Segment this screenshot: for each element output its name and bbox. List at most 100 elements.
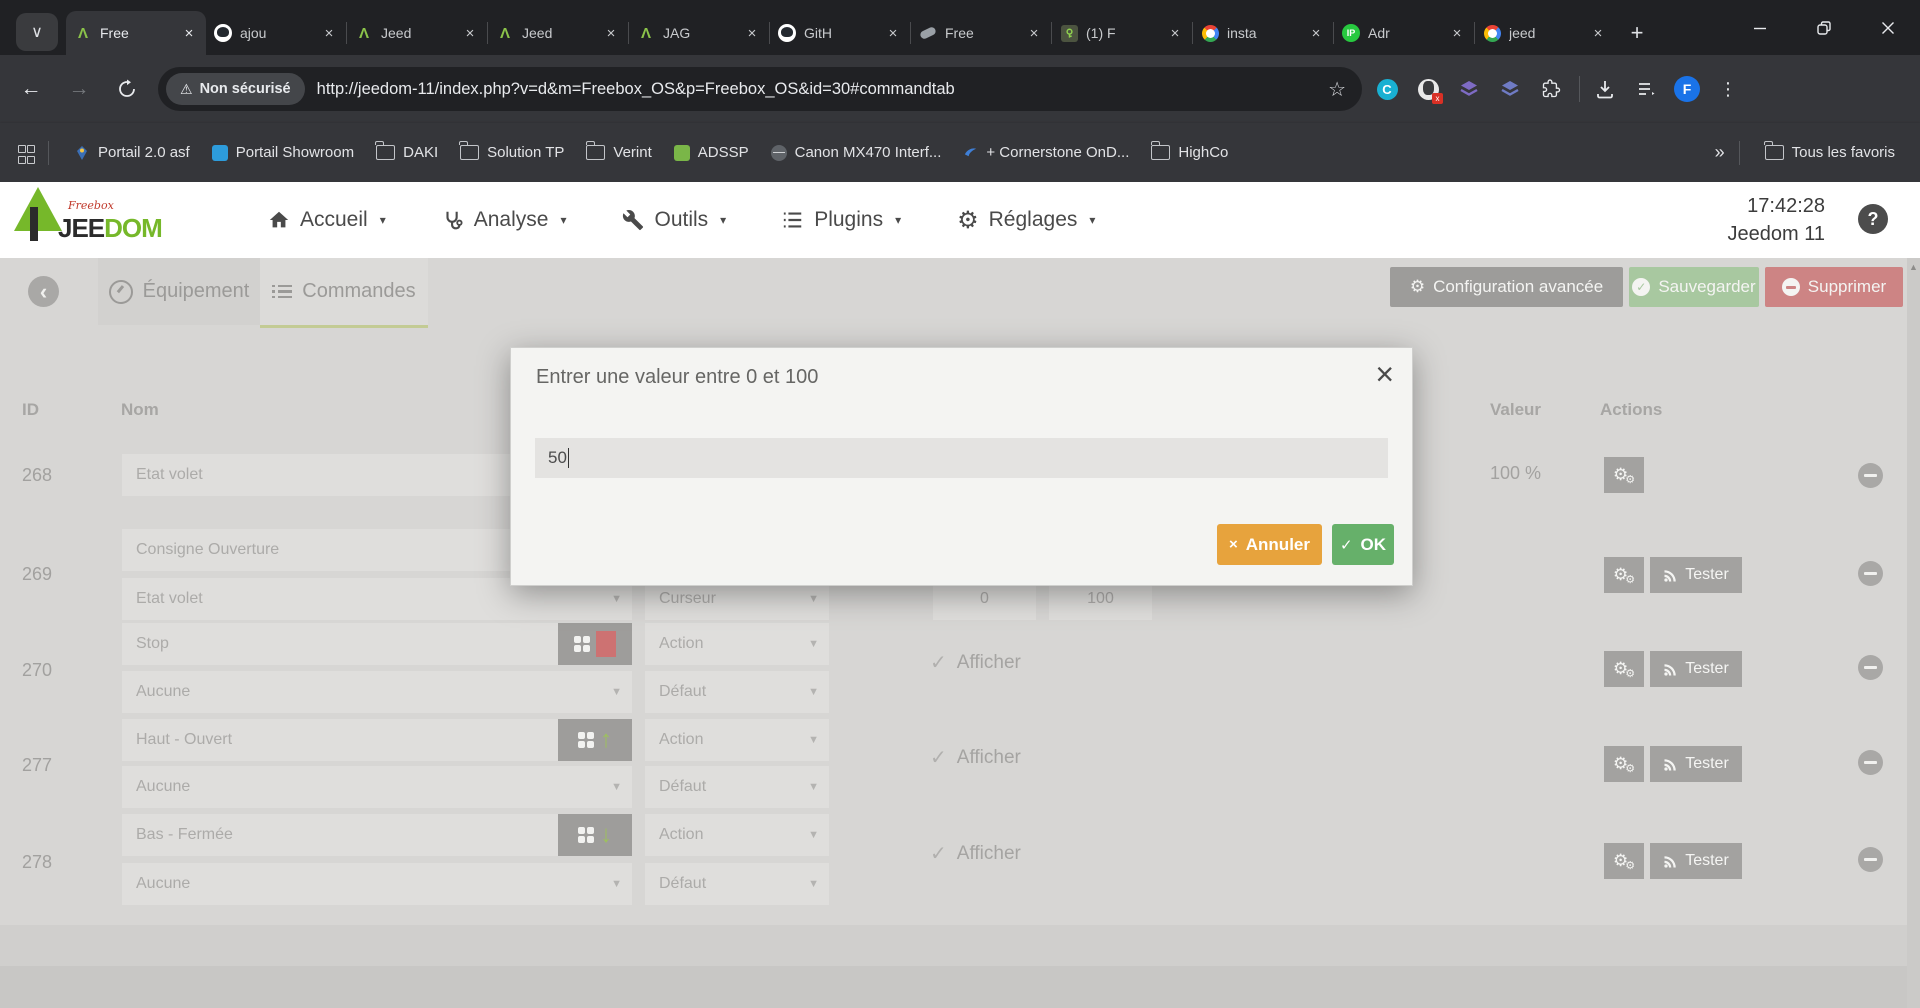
- command-settings-button[interactable]: ⚙⚙: [1604, 457, 1644, 493]
- help-button[interactable]: ?: [1858, 204, 1888, 234]
- new-tab-button[interactable]: +: [1621, 17, 1653, 49]
- remove-command-button[interactable]: [1858, 561, 1883, 586]
- extension-layers-icon[interactable]: [1494, 73, 1526, 105]
- browser-tab[interactable]: Λ Jeed ×: [347, 11, 487, 55]
- command-link-select[interactable]: Aucune▼: [122, 671, 632, 713]
- bookmark-item[interactable]: DAKI: [365, 138, 449, 167]
- window-minimize-button[interactable]: [1728, 0, 1792, 55]
- remove-command-button[interactable]: [1858, 655, 1883, 680]
- browser-tab[interactable]: (1) F ×: [1052, 11, 1192, 55]
- downloads-button[interactable]: [1589, 73, 1621, 105]
- forward-button[interactable]: →: [62, 72, 96, 106]
- reading-list-button[interactable]: [1630, 73, 1662, 105]
- tab-close-icon[interactable]: ×: [1448, 24, 1466, 42]
- command-settings-button[interactable]: ⚙⚙: [1604, 557, 1644, 593]
- security-chip[interactable]: ⚠ Non sécurisé: [166, 73, 305, 105]
- extension-c-icon[interactable]: C: [1371, 73, 1403, 105]
- tab-equipement[interactable]: Équipement: [98, 258, 260, 325]
- browser-tab[interactable]: insta ×: [1193, 11, 1333, 55]
- remove-command-button[interactable]: [1858, 847, 1883, 872]
- tab-close-icon[interactable]: ×: [1025, 24, 1043, 42]
- menu-reglages[interactable]: ⚙ Réglages ▾: [957, 206, 1095, 235]
- all-bookmarks-button[interactable]: Tous les favoris: [1754, 138, 1906, 167]
- extension-layers-icon[interactable]: [1453, 73, 1485, 105]
- bookmark-item[interactable]: + Cornerstone OnD...: [952, 138, 1140, 167]
- bookmark-item[interactable]: HighCo: [1140, 138, 1239, 167]
- command-settings-button[interactable]: ⚙⚙: [1604, 843, 1644, 879]
- browser-tab[interactable]: IP Adr ×: [1334, 11, 1474, 55]
- close-icon[interactable]: ×: [1375, 356, 1394, 393]
- command-type-select[interactable]: Action▼: [645, 814, 829, 856]
- scroll-up-icon[interactable]: ▲: [1909, 262, 1918, 272]
- configuration-avancee-button[interactable]: ⚙ Configuration avancée: [1390, 267, 1623, 307]
- remove-command-button[interactable]: [1858, 463, 1883, 488]
- tab-close-icon[interactable]: ×: [743, 24, 761, 42]
- back-to-plugin-button[interactable]: ‹: [28, 276, 59, 307]
- window-restore-button[interactable]: [1792, 0, 1856, 55]
- profile-avatar[interactable]: F: [1671, 73, 1703, 105]
- browser-menu-button[interactable]: ⋮: [1712, 73, 1744, 105]
- menu-accueil[interactable]: Accueil ▾: [268, 208, 386, 232]
- afficher-checkbox[interactable]: ✓Afficher: [930, 745, 1021, 770]
- command-icon-button[interactable]: ↓: [558, 814, 632, 856]
- command-name-input[interactable]: Stop: [122, 623, 558, 665]
- tab-close-icon[interactable]: ×: [1589, 24, 1607, 42]
- annuler-button[interactable]: × Annuler: [1217, 524, 1322, 565]
- browser-tab[interactable]: ajou ×: [206, 11, 346, 55]
- bookmark-star-icon[interactable]: ☆: [1328, 77, 1346, 102]
- browser-tab[interactable]: GitH ×: [770, 11, 910, 55]
- ok-button[interactable]: ✓ OK: [1332, 524, 1394, 565]
- bookmark-item[interactable]: Canon MX470 Interf...: [760, 138, 953, 167]
- tab-close-icon[interactable]: ×: [1307, 24, 1325, 42]
- command-link-select[interactable]: Aucune▼: [122, 863, 632, 905]
- tab-close-icon[interactable]: ×: [320, 24, 338, 42]
- sauvegarder-button[interactable]: ✓ Sauvegarder: [1629, 267, 1759, 307]
- menu-outils[interactable]: Outils ▾: [622, 208, 726, 232]
- extension-blocked-icon[interactable]: x: [1412, 73, 1444, 105]
- tab-close-icon[interactable]: ×: [461, 24, 479, 42]
- apps-grid-icon[interactable]: [18, 145, 34, 161]
- url-text[interactable]: http://jeedom-11/index.php?v=d&m=Freebox…: [317, 80, 1318, 99]
- browser-tab-active[interactable]: Λ Free ×: [66, 11, 206, 55]
- tab-commandes[interactable]: Commandes: [260, 258, 428, 328]
- browser-tab[interactable]: Λ JAG ×: [629, 11, 769, 55]
- command-name-input[interactable]: Haut - Ouvert: [122, 719, 558, 761]
- command-icon-button[interactable]: ↑: [558, 719, 632, 761]
- tester-button[interactable]: Tester: [1650, 651, 1742, 687]
- bookmarks-overflow-button[interactable]: »: [1701, 142, 1739, 163]
- command-settings-button[interactable]: ⚙⚙: [1604, 651, 1644, 687]
- tester-button[interactable]: Tester: [1650, 557, 1742, 593]
- bookmark-item[interactable]: ADSSP: [663, 138, 760, 167]
- remove-command-button[interactable]: [1858, 750, 1883, 775]
- command-settings-button[interactable]: ⚙⚙: [1604, 746, 1644, 782]
- tab-search-button[interactable]: ∨: [16, 13, 58, 51]
- supprimer-button[interactable]: Supprimer: [1765, 267, 1903, 307]
- back-button[interactable]: ←: [14, 72, 48, 106]
- tab-close-icon[interactable]: ×: [180, 24, 198, 42]
- tab-close-icon[interactable]: ×: [1166, 24, 1184, 42]
- extensions-puzzle-icon[interactable]: [1535, 73, 1567, 105]
- menu-analyse[interactable]: Analyse ▾: [442, 208, 567, 232]
- command-subtype-select[interactable]: Défaut▼: [645, 671, 829, 713]
- address-bar[interactable]: ⚠ Non sécurisé http://jeedom-11/index.ph…: [158, 67, 1362, 111]
- bookmark-item[interactable]: Solution TP: [449, 138, 575, 167]
- browser-tab[interactable]: Λ Jeed ×: [488, 11, 628, 55]
- window-close-button[interactable]: [1856, 0, 1920, 55]
- command-type-select[interactable]: Action▼: [645, 719, 829, 761]
- bookmark-item[interactable]: Verint: [575, 138, 662, 167]
- tab-close-icon[interactable]: ×: [602, 24, 620, 42]
- jeedom-logo[interactable]: Freebox JEEDOM: [10, 185, 185, 257]
- browser-tab[interactable]: jeed ×: [1475, 11, 1615, 55]
- tester-button[interactable]: Tester: [1650, 843, 1742, 879]
- command-type-select[interactable]: Action▼: [645, 623, 829, 665]
- bookmark-item[interactable]: Portail Showroom: [201, 138, 365, 167]
- command-subtype-select[interactable]: Défaut▼: [645, 766, 829, 808]
- command-subtype-select[interactable]: Défaut▼: [645, 863, 829, 905]
- afficher-checkbox[interactable]: ✓Afficher: [930, 841, 1021, 866]
- command-name-input[interactable]: Bas - Fermée: [122, 814, 558, 856]
- browser-tab[interactable]: Free ×: [911, 11, 1051, 55]
- afficher-checkbox[interactable]: ✓Afficher: [930, 650, 1021, 675]
- bookmark-item[interactable]: Portail 2.0 asf: [63, 138, 201, 167]
- value-input[interactable]: 50: [535, 438, 1388, 478]
- menu-plugins[interactable]: Plugins ▾: [782, 208, 901, 232]
